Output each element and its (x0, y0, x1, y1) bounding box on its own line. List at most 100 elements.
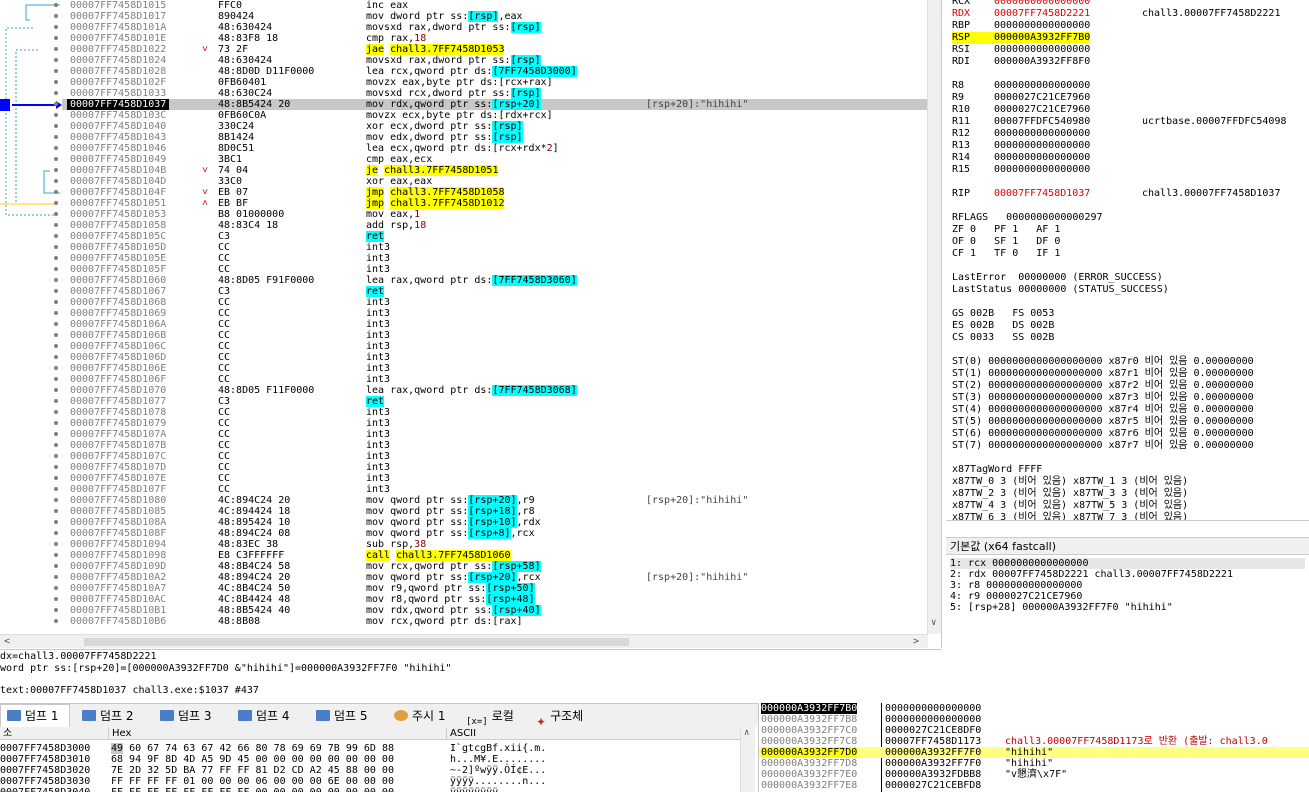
tab-struct-8[interactable]: ✦ 구조체 (530, 705, 602, 729)
breakpoint-dot-icon[interactable] (54, 212, 58, 216)
breakpoint-dot-icon[interactable] (54, 36, 58, 40)
disasm-row[interactable]: 00007FF7458D106E CC int3 (54, 363, 928, 374)
disasm-row[interactable]: 00007FF7458D1049 3BC1 cmp eax,ecx (54, 154, 928, 165)
disassembly-vertical-scrollbar[interactable]: ∨ (927, 0, 941, 634)
register-value[interactable]: 0000000000000000 (994, 44, 1090, 55)
register-value[interactable]: 00007FF7458D1037 (994, 188, 1090, 199)
disasm-row[interactable]: 00007FF7458D1043 8B1424 mov edx,dword ptr … (54, 132, 928, 143)
register-row[interactable]: R10 0000027C21CE7960 (952, 104, 1090, 116)
breakpoint-dot-icon[interactable] (54, 355, 58, 359)
disasm-row[interactable]: 00007FF7458D1053 B8 01000000 mov eax,1 (54, 209, 928, 220)
breakpoint-dot-icon[interactable] (54, 619, 58, 623)
disasm-row[interactable]: 00007FF7458D1028 48:8D0D D11F0000 lea rcx,… (54, 66, 928, 77)
calling-convention-arg-row[interactable]: 2: rdx 00007FF7458D2221 chall3.00007FF74… (950, 569, 1305, 580)
register-row[interactable]: RIP 00007FF7458D1037 chall3.00007FF7458D10… (952, 188, 1280, 200)
dump-hex-bytes[interactable]: 49 60 67 74 63 67 42 66 80 78 69 69 7B 9… (111, 743, 394, 754)
disasm-row[interactable]: 00007FF7458D1079 CC int3 (54, 418, 928, 429)
scroll-right-icon[interactable]: > (913, 636, 919, 647)
register-row[interactable]: R14 0000000000000000 (952, 152, 1090, 164)
stack-pane[interactable]: 000000A3932FF7B0 0000000000000000 000000A3… (758, 703, 1309, 792)
breakpoint-dot-icon[interactable] (54, 410, 58, 414)
selected-byte[interactable]: 49 (111, 743, 124, 754)
hex-dump-scrollbar[interactable]: ∧ (740, 727, 755, 792)
breakpoint-dot-icon[interactable] (54, 69, 58, 73)
breakpoint-dot-icon[interactable] (54, 399, 58, 403)
tab-dump-2[interactable]: 덤프 2 (76, 705, 148, 727)
breakpoint-dot-icon[interactable] (54, 377, 58, 381)
breakpoint-dot-icon[interactable] (54, 443, 58, 447)
disasm-row[interactable]: 00007FF7458D1046 8D0C51 lea ecx,qword ptr … (54, 143, 928, 154)
disasm-row[interactable]: 00007FF7458D10A2 48:894C24 20 mov qword pt… (54, 572, 928, 583)
breakpoint-dot-icon[interactable] (54, 608, 58, 612)
disasm-row[interactable]: 00007FF7458D1078 CC int3 (54, 407, 928, 418)
stack-row[interactable]: 000000A3932FF7E0 000000A3932FDBB8 "v懇濟\x7F… (759, 769, 1309, 780)
register-value[interactable]: 0000027C21CE7960 (994, 92, 1090, 103)
breakpoint-dot-icon[interactable] (54, 58, 58, 62)
dump-header-address[interactable]: 소 (0, 727, 12, 740)
breakpoint-dot-icon[interactable] (54, 135, 58, 139)
disasm-row[interactable]: 00007FF7458D102F 0FB60401 movzx eax,byte p… (54, 77, 928, 88)
breakpoint-dot-icon[interactable] (54, 300, 58, 304)
breakpoint-dot-icon[interactable] (54, 47, 58, 51)
scroll-up-icon[interactable]: ∧ (744, 728, 749, 738)
tab-watch-6[interactable]: 주시 1 (388, 705, 454, 727)
hex-dump-pane[interactable]: 소 Hex ASCII 0007FF7458D3000 49 60 67 74 6… (0, 727, 758, 792)
disasm-row[interactable]: 00007FF7458D1070 48:8D05 F11F0000 lea rax,… (54, 385, 928, 396)
register-value[interactable]: 0000000000000000 (994, 128, 1090, 139)
breakpoint-dot-icon[interactable] (54, 14, 58, 18)
disasm-row[interactable]: 00007FF7458D1058 48:83C4 18 add rsp,18 (54, 220, 928, 231)
register-value[interactable]: 0000000000000000 (994, 0, 1090, 7)
breakpoint-dot-icon[interactable] (54, 366, 58, 370)
disasm-row[interactable]: 00007FF7458D10B6 48:8B08 mov rcx,qword ptr… (54, 616, 928, 627)
stack-row[interactable]: 000000A3932FF7E8 0000027C21CEBFD8 (759, 780, 1309, 791)
disasm-row[interactable]: 00007FF7458D103C 0FB60C0A movzx ecx,byte p… (54, 110, 928, 121)
register-row[interactable]: R13 0000000000000000 (952, 140, 1090, 152)
disasm-row[interactable]: 00007FF7458D1069 CC int3 (54, 308, 928, 319)
calling-convention-arg-row[interactable]: 1: rcx 0000000000000000 (950, 558, 1305, 569)
breakpoint-dot-icon[interactable] (54, 146, 58, 150)
breakpoint-dot-icon[interactable] (54, 432, 58, 436)
calling-convention-arg-row[interactable]: 4: r9 0000027C21CE7960 (950, 591, 1305, 602)
breakpoint-dot-icon[interactable] (54, 256, 58, 260)
register-row[interactable]: RCX 0000000000000000 (952, 0, 1090, 8)
breakpoint-dot-icon[interactable] (54, 124, 58, 128)
disasm-row[interactable]: 00007FF7458D101E 48:83F8 18 cmp rax,18 (54, 33, 928, 44)
register-row[interactable]: RBP 0000000000000000 (952, 20, 1090, 32)
breakpoint-dot-icon[interactable] (54, 179, 58, 183)
breakpoint-dot-icon[interactable] (54, 388, 58, 392)
breakpoint-dot-icon[interactable] (54, 476, 58, 480)
dump-hex-bytes[interactable]: FF FF FF FF 01 00 00 00 06 00 00 00 6E 0… (111, 776, 394, 787)
stack-row[interactable]: 000000A3932FF7B0 0000000000000000 (759, 703, 1309, 714)
dump-header-hex[interactable]: Hex (108, 727, 131, 740)
calling-convention-header[interactable]: 기본값 (x64 fastcall) (946, 537, 1309, 555)
breakpoint-dot-icon[interactable] (54, 520, 58, 524)
register-row[interactable]: RDX 00007FF7458D2221 chall3.00007FF7458D22… (952, 8, 1280, 20)
disasm-row[interactable]: 00007FF7458D1037 48:8B5424 20 mov rdx,qwor… (54, 99, 928, 110)
tab-dump-5[interactable]: 덤프 5 (310, 705, 382, 727)
disasm-row[interactable]: 00007FF7458D107E CC int3 (54, 473, 928, 484)
breakpoint-dot-icon[interactable] (54, 245, 58, 249)
breakpoint-dot-icon[interactable] (54, 25, 58, 29)
breakpoint-dot-icon[interactable] (54, 278, 58, 282)
disasm-row[interactable]: 00007FF7458D104B ˅ 74 04 je chall3.7FF7458D… (54, 165, 928, 176)
disasm-row[interactable]: 00007FF7458D106C CC int3 (54, 341, 928, 352)
breakpoint-dot-icon[interactable] (54, 168, 58, 172)
disasm-row[interactable]: 00007FF7458D107D CC int3 (54, 462, 928, 473)
breakpoint-dot-icon[interactable] (54, 267, 58, 271)
breakpoint-dot-icon[interactable] (54, 223, 58, 227)
breakpoint-dot-icon[interactable] (54, 498, 58, 502)
stack-row[interactable]: 000000A3932FF7C8 00007FF7458D1173 chall3.0… (759, 736, 1309, 747)
tab-dump-4[interactable]: 덤프 4 (232, 705, 304, 727)
breakpoint-dot-icon[interactable] (54, 102, 58, 106)
disasm-row[interactable]: 00007FF7458D105E CC int3 (54, 253, 928, 264)
breakpoint-dot-icon[interactable] (54, 322, 58, 326)
disasm-row[interactable]: 00007FF7458D104D 33C0 xor eax,eax (54, 176, 928, 187)
register-row[interactable]: R15 0000000000000000 (952, 164, 1090, 176)
disasm-row[interactable]: 00007FF7458D101A 48:630424 movsxd rax,dwor… (54, 22, 928, 33)
register-value[interactable]: 000000A3932FF7B0 (994, 32, 1091, 43)
dump-hex-bytes[interactable]: 68 94 9F 8D 4D A5 9D 45 00 00 00 00 00 0… (111, 754, 394, 765)
disasm-row[interactable]: 00007FF7458D108A 48:895424 10 mov qword pt… (54, 517, 928, 528)
register-value[interactable]: 00007FF7458D2221 (994, 8, 1090, 19)
disasm-row[interactable]: 00007FF7458D1022 ˅ 73 2F jae chall3.7FF7458… (54, 44, 928, 55)
calling-convention-args[interactable]: 1: rcx 0000000000000000 2: rdx 00007FF745… (946, 556, 1309, 700)
